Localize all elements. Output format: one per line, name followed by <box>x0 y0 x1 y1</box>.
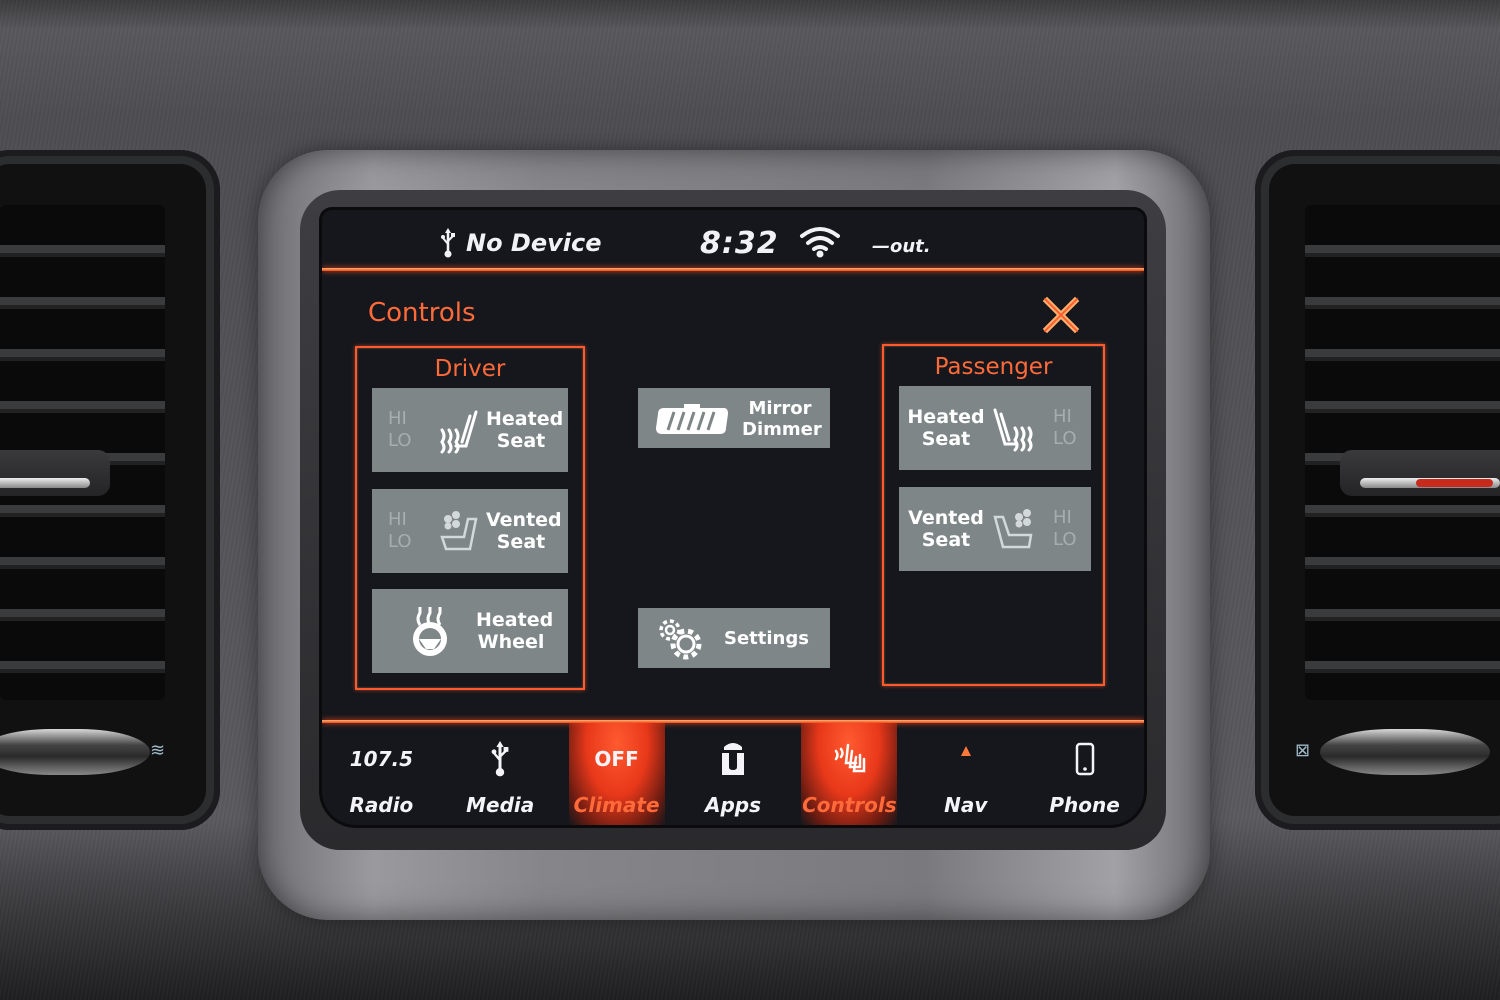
nav-phone[interactable]: Phone <box>1025 723 1144 825</box>
tile-label: Heated Seat <box>907 406 985 450</box>
nav-label: Nav <box>944 793 988 817</box>
clock: 8:32 <box>700 226 779 261</box>
infotainment-screen: No Device 8:32 —out. Controls Driver HI L… <box>322 210 1144 825</box>
tile-label: Vented Seat <box>908 507 984 551</box>
device-status-text: No Device <box>466 229 602 257</box>
passenger-vented-seat-button[interactable]: Vented Seat HI LO <box>899 487 1091 571</box>
airflow-icon: ≋ <box>150 740 166 761</box>
heated-wheel-button[interactable]: Heated Wheel <box>372 589 568 673</box>
seat-controls-icon <box>835 743 866 773</box>
page-title: Controls <box>368 298 476 328</box>
status-divider <box>322 268 1144 271</box>
media-device-status: No Device <box>440 228 602 258</box>
heat-level-indicator: HI LO <box>388 408 412 451</box>
usb-icon <box>491 741 509 777</box>
bottom-nav-bar: 107.5 Radio Media OFF Climate Apps Contr… <box>322 723 1144 825</box>
vent-flow-wheel[interactable] <box>1320 729 1490 775</box>
passenger-title: Passenger <box>934 354 1053 380</box>
phone-icon <box>1075 742 1094 776</box>
vent-level-indicator: HI LO <box>388 509 412 552</box>
vent-direction-knob[interactable] <box>1340 450 1500 496</box>
tile-label: Heated Seat <box>486 408 564 452</box>
nav-climate[interactable]: OFF Climate <box>568 723 665 825</box>
nav-nav[interactable]: Nav <box>906 723 1025 825</box>
driver-title: Driver <box>434 356 506 382</box>
passenger-heated-seat-button[interactable]: Heated Seat HI LO <box>899 386 1091 470</box>
nav-label: Phone <box>1049 793 1120 817</box>
apps-icon <box>721 743 744 775</box>
settings-label: Settings <box>724 628 809 649</box>
vent-flow-wheel[interactable] <box>0 729 150 775</box>
vent-level-indicator: HI LO <box>1053 507 1077 550</box>
tile-label: Mirror Dimmer <box>742 398 822 440</box>
status-bar: No Device 8:32 —out. <box>322 210 1144 271</box>
left-air-vent[interactable]: ≋ <box>0 150 220 830</box>
mirror-icon <box>656 404 728 434</box>
nav-radio[interactable]: 107.5 Radio <box>322 723 441 825</box>
nav-label: Controls <box>802 793 897 817</box>
climate-status: OFF <box>594 747 639 771</box>
vented-seat-icon <box>993 509 1033 549</box>
nav-label: Apps <box>704 793 761 817</box>
gear-icon <box>659 619 702 660</box>
heated-wheel-icon <box>413 607 447 656</box>
driver-vented-seat-button[interactable]: HI LO Vented Seat <box>372 489 568 573</box>
nav-label: Radio <box>349 793 414 817</box>
outside-temperature: —out. <box>872 236 931 257</box>
nav-controls[interactable]: Controls <box>801 723 898 825</box>
vent-closed-icon: ⊠ <box>1295 740 1311 761</box>
nav-label: Climate <box>573 793 660 817</box>
driver-panel: Driver HI LO Heated Seat HI LO Vented Se… <box>355 346 585 690</box>
heated-seat-icon <box>993 408 1033 452</box>
heated-seat-icon <box>440 410 478 454</box>
vent-direction-knob[interactable] <box>0 450 110 496</box>
tile-label: Heated Wheel <box>476 609 554 653</box>
nav-apps[interactable]: Apps <box>674 723 793 825</box>
nav-media[interactable]: Media <box>441 723 560 825</box>
radio-frequency: 107.5 <box>349 747 414 771</box>
right-air-vent[interactable]: ⊠ <box>1255 150 1500 830</box>
heat-level-indicator: HI LO <box>1053 406 1077 449</box>
nav-arrow-icon <box>960 746 971 756</box>
close-icon[interactable] <box>1040 294 1082 336</box>
usb-icon <box>441 228 455 258</box>
wifi-icon <box>800 227 840 258</box>
tile-label: Vented Seat <box>486 509 562 553</box>
passenger-panel: Passenger HeatedSeat HILO VentedSeat <box>882 344 1105 686</box>
settings-button[interactable]: Settings <box>638 608 830 668</box>
mirror-dimmer-button[interactable]: Mirror Dimmer <box>638 388 830 448</box>
driver-heated-seat-button[interactable]: HI LO Heated Seat <box>372 388 568 472</box>
nav-label: Media <box>466 793 535 817</box>
vented-seat-icon <box>440 511 478 551</box>
